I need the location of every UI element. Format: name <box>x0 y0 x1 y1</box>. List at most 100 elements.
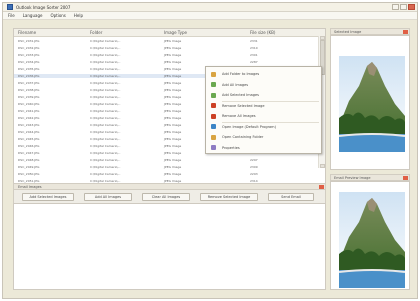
properties-icon <box>211 145 216 150</box>
context-menu-item[interactable]: Add All Images <box>206 81 323 89</box>
cell-image-type: JPEG Image <box>164 123 182 127</box>
cell-image-type: JPEG Image <box>164 151 182 155</box>
cell-filename: DSC_2031.JPG <box>18 39 40 43</box>
column-header-image-type[interactable]: Image Type <box>164 30 187 35</box>
cell-folder: C:\Digital Camera\... <box>90 165 121 169</box>
table-row[interactable]: DSC_2033.JPG C:\Digital Camera\... JPEG Im… <box>14 53 325 57</box>
window-controls <box>392 4 415 10</box>
context-menu-item[interactable]: Open Image (Default Program) <box>206 123 323 131</box>
context-menu-item[interactable]: Properties <box>206 144 323 152</box>
cell-folder: C:\Digital Camera\... <box>90 130 121 134</box>
email-images-list[interactable] <box>13 203 326 290</box>
table-row[interactable]: DSC_2034.JPG C:\Digital Camera\... JPEG Im… <box>14 60 325 64</box>
cell-file-size: 2287 <box>250 60 258 64</box>
email-preview-close-icon[interactable] <box>403 176 408 180</box>
email-preview-image <box>339 192 405 288</box>
context-menu-label: Add All Images <box>222 82 249 87</box>
table-row[interactable]: DSC_2048.JPG C:\Digital Camera\... JPEG Im… <box>14 158 325 162</box>
cell-filename: DSC_2033.JPG <box>18 53 40 57</box>
table-header: Filename Folder Image Type File size (KB… <box>14 29 325 37</box>
mountain-photo <box>339 56 405 152</box>
minimize-button[interactable] <box>392 4 399 10</box>
maximize-button[interactable] <box>400 4 407 10</box>
email-preview-panel <box>330 181 410 290</box>
context-menu-item[interactable]: Add Folder to Images <box>206 70 323 78</box>
cell-folder: C:\Digital Camera\... <box>90 151 121 155</box>
folder-open-icon <box>211 134 216 140</box>
cell-image-type: JPEG Image <box>164 130 182 134</box>
context-menu-label: Remove Selected Image <box>222 103 265 108</box>
panel-close-icon[interactable] <box>319 185 324 189</box>
email-preview-title: Email Preview Image <box>334 176 371 180</box>
context-menu-label: Add Folder to Images <box>222 72 260 76</box>
cell-folder: C:\Digital Camera\... <box>90 172 121 176</box>
email-toolbar: Add Selected Images Add All Images Clear… <box>13 190 326 203</box>
clear-all-images-button[interactable]: Clear All Images <box>142 193 190 201</box>
cell-image-type: JPEG Image <box>164 39 182 43</box>
cell-filename: DSC_2032.JPG <box>18 46 40 50</box>
email-images-header: Email Images <box>13 183 326 190</box>
add-selected-images-button[interactable]: Add Selected Images <box>22 193 74 201</box>
table-row[interactable]: DSC_2032.JPG C:\Digital Camera\... JPEG Im… <box>14 46 325 50</box>
cell-folder: C:\Digital Camera\... <box>90 74 121 78</box>
cell-filename: DSC_2048.JPG <box>18 158 40 162</box>
context-menu-label: Remove All Images <box>222 114 256 118</box>
cell-filename: DSC_2049.JPG <box>18 165 40 169</box>
menu-help[interactable]: Help <box>74 13 83 18</box>
cell-image-type: JPEG Image <box>164 60 182 64</box>
cell-file-size: 2310 <box>250 46 258 50</box>
cell-filename: DSC_2041.JPG <box>18 109 40 113</box>
cell-image-type: JPEG Image <box>164 109 182 113</box>
cell-image-type: JPEG Image <box>164 46 182 50</box>
context-menu: Add Folder to Images Add All Images Add Se… <box>205 66 322 154</box>
column-header-folder[interactable]: Folder <box>90 30 102 35</box>
cell-folder: C:\Digital Camera\... <box>90 46 121 50</box>
selected-image-close-icon[interactable] <box>403 30 408 34</box>
cell-filename: DSC_2050.JPG <box>18 172 40 176</box>
cell-image-type: JPEG Image <box>164 144 182 148</box>
scroll-down-button[interactable] <box>320 164 325 168</box>
cell-filename: DSC_2039.JPG <box>18 95 40 99</box>
remove-selected-image-button[interactable]: Remove Selected Image <box>200 193 258 201</box>
column-header-filename[interactable]: Filename <box>18 30 36 35</box>
cell-image-type: JPEG Image <box>164 81 182 85</box>
menu-language[interactable]: Language <box>23 13 43 18</box>
context-menu-item[interactable]: Remove Selected Image <box>206 102 323 110</box>
selected-image-preview <box>339 56 405 152</box>
image-add-icon <box>211 92 216 98</box>
cell-folder: C:\Digital Camera\... <box>90 67 121 71</box>
cell-folder: C:\Digital Camera\... <box>90 81 121 85</box>
cell-image-type: JPEG Image <box>164 158 182 162</box>
add-all-images-button[interactable]: Add All Images <box>84 193 132 201</box>
selected-image-title: Selected Image <box>334 30 362 34</box>
cell-folder: C:\Digital Camera\... <box>90 158 121 162</box>
app-icon <box>7 4 13 10</box>
send-email-button[interactable]: Send Email <box>268 193 314 201</box>
cell-filename: DSC_2037.JPG <box>18 81 40 85</box>
images-remove-icon <box>211 113 216 119</box>
close-button[interactable] <box>408 4 415 10</box>
cell-image-type: JPEG Image <box>164 95 182 99</box>
window-title: Outlook Image Sorter 2007 <box>16 4 71 10</box>
column-header-file-size[interactable]: File size (KB) <box>250 30 275 35</box>
context-menu-item[interactable]: Open Containing Folder <box>206 133 323 141</box>
cell-image-type: JPEG Image <box>164 116 182 120</box>
menu-options[interactable]: Options <box>50 13 65 18</box>
table-row[interactable]: DSC_2031.JPG C:\Digital Camera\... JPEG Im… <box>14 39 325 43</box>
menu-file[interactable]: File <box>8 13 15 18</box>
context-menu-item[interactable]: Remove All Images <box>206 112 323 120</box>
table-row[interactable]: DSC_2050.JPG C:\Digital Camera\... JPEG Im… <box>14 172 325 176</box>
cell-image-type: JPEG Image <box>164 74 182 78</box>
cell-filename: DSC_2036.JPG <box>18 74 40 78</box>
cell-filename: DSC_2045.JPG <box>18 137 40 141</box>
cell-image-type: JPEG Image <box>164 88 182 92</box>
cell-filename: DSC_2034.JPG <box>18 60 40 64</box>
table-row[interactable]: DSC_2049.JPG C:\Digital Camera\... JPEG Im… <box>14 165 325 169</box>
context-menu-item[interactable]: Add Selected Images <box>206 91 323 99</box>
mountain-photo-preview <box>339 192 405 288</box>
cell-filename: DSC_2035.JPG <box>18 67 40 71</box>
cell-image-type: JPEG Image <box>164 172 182 176</box>
cell-image-type: JPEG Image <box>164 137 182 141</box>
cell-filename: DSC_2046.JPG <box>18 144 40 148</box>
cell-folder: C:\Digital Camera\... <box>90 88 121 92</box>
